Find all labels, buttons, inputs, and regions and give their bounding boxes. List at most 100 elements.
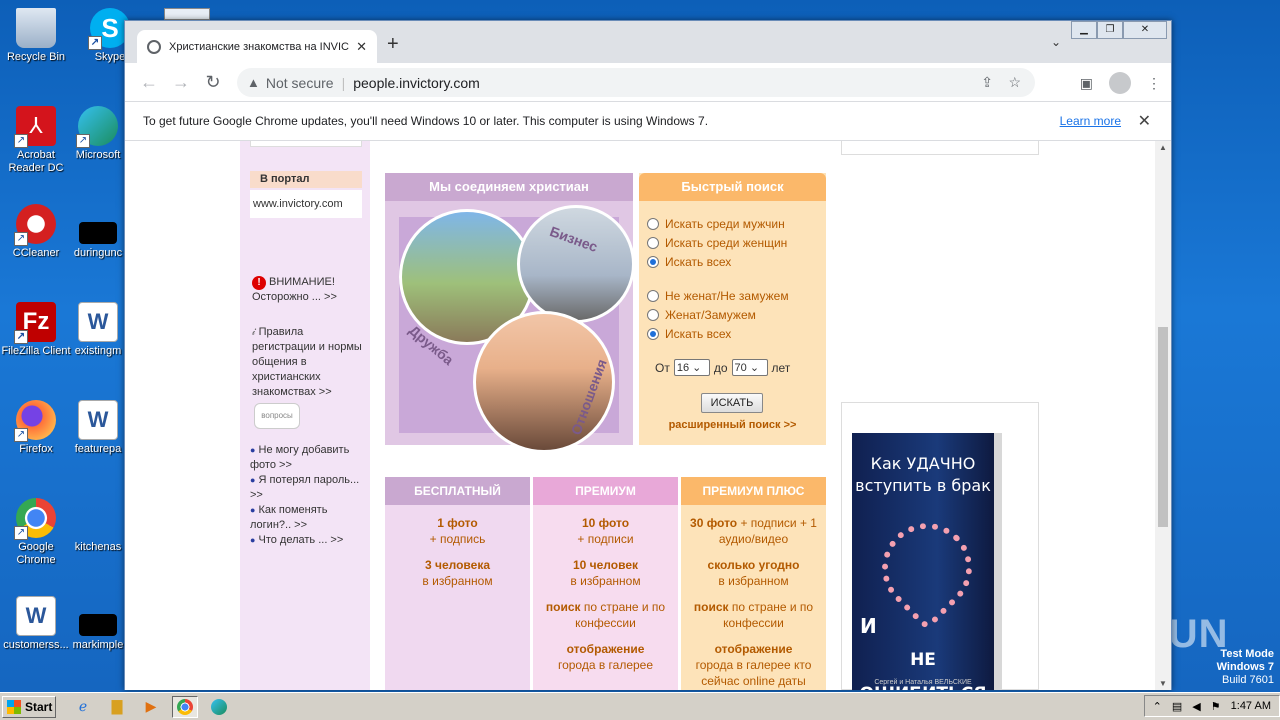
warning-triangle-icon[interactable]: ▲	[247, 75, 260, 90]
radio-button-checked[interactable]	[647, 328, 659, 340]
faq-item[interactable]: ● Как поменять логин?.. >>	[250, 503, 368, 533]
left-sidebar: В портал www.invictory.com ! ВНИМАНИЕ! Ос…	[240, 141, 370, 690]
edge-icon: ↗	[76, 106, 118, 148]
plan-body: 30 фото + подписи + 1 аудио/видео скольк…	[690, 516, 817, 688]
age-from-select[interactable]: 16 ⌄	[673, 359, 710, 376]
faq-item[interactable]: ● Не могу добавить фото >>	[250, 443, 368, 473]
black-file-icon	[79, 222, 117, 244]
toolbar-right: ▣ ⋮	[1080, 72, 1161, 94]
bookmark-star-icon[interactable]: ☆	[1008, 74, 1021, 91]
page-viewport: В портал www.invictory.com ! ВНИМАНИЕ! Ос…	[125, 141, 1157, 690]
chrome-taskbar-icon[interactable]	[172, 695, 198, 718]
learn-more-link[interactable]: Learn more	[1060, 114, 1121, 128]
page-scrollbar[interactable]: ▲ ▼	[1155, 141, 1171, 690]
back-button[interactable]: ←	[133, 72, 165, 93]
business-photo	[517, 205, 635, 323]
start-button[interactable]: Start	[2, 695, 56, 718]
book-title: Как УДАЧНО вступить в брак	[855, 454, 991, 495]
questions-bubble-icon: вопросы	[254, 403, 300, 429]
radio-gender-men[interactable]: Искать среди мужчин	[647, 217, 785, 231]
hero-image: Бизнес Дружба Отношения	[399, 205, 635, 453]
radio-button[interactable]	[647, 218, 659, 230]
age-to-select[interactable]: 70 ⌄	[731, 359, 768, 376]
ie-taskbar-icon[interactable]: ℯ	[70, 696, 96, 718]
plan-header: ПРЕМИУМ	[533, 477, 678, 505]
explorer-taskbar-icon[interactable]: ▇	[104, 696, 130, 718]
not-secure-label[interactable]: Not secure	[266, 75, 334, 91]
warning-block[interactable]: ! ВНИМАНИЕ! Осторожно ... >>	[252, 275, 364, 305]
firefox-icon: ↗	[14, 400, 56, 442]
close-infobar-icon[interactable]: ✕	[1138, 111, 1151, 131]
tab-title: Христианские знакомства на INVIC	[169, 40, 349, 53]
close-tab-icon[interactable]: ✕	[356, 39, 367, 55]
radio-status-all[interactable]: Искать всех	[647, 327, 731, 341]
system-tray: ⌃ ▤ ◀ ⚑ 1:47 AM	[1143, 695, 1280, 717]
menu-kebab-icon[interactable]: ⋮	[1147, 75, 1161, 92]
book-cover: Как УДАЧНО вступить в брак И НЕ ОШИБИТЬС…	[852, 433, 1002, 690]
book-advert[interactable]: Как УДАЧНО вступить в брак И НЕ ОШИБИТЬС…	[841, 402, 1039, 690]
ccleaner-icon: ↗	[14, 204, 56, 246]
close-window-button[interactable]: ✕	[1123, 21, 1167, 39]
book-subtitle: И НЕ ОШИБИТЬСЯ	[860, 614, 987, 690]
plan-free: БЕСПЛАТНЫЙ 1 фото + подпись 3 человека в и…	[385, 477, 530, 690]
profile-avatar-icon[interactable]	[1109, 72, 1131, 94]
address-bar[interactable]: ▲ Not secure | people.invictory.com ⇪ ☆	[237, 68, 1035, 97]
taskbar: Start ℯ ▇ ▶ ⌃ ▤ ◀ ⚑ 1:47 AM	[0, 692, 1280, 720]
url-text[interactable]: people.invictory.com	[353, 75, 480, 91]
tray-expand-icon[interactable]: ⌃	[1153, 700, 1162, 713]
chrome-window: Христианские знакомства на INVIC ✕ + ⌄ ▁…	[124, 20, 1172, 690]
exclamation-icon: !	[252, 276, 266, 290]
share-icon[interactable]: ⇪	[981, 74, 993, 91]
action-center-flag-icon[interactable]: ⚑	[1211, 700, 1221, 713]
faq-item[interactable]: ● Я потерял пароль... >>	[250, 473, 368, 503]
infobar-message: To get future Google Chrome updates, you…	[143, 114, 709, 128]
forward-button[interactable]: →	[165, 72, 197, 93]
edge-taskbar-icon[interactable]	[206, 696, 232, 718]
maximize-button[interactable]: ❐	[1097, 21, 1123, 39]
plan-header: ПРЕМИУМ ПЛЮС	[681, 477, 826, 505]
hero-banner: Мы соединяем христиан Бизнес Дружба Отно…	[385, 173, 635, 453]
portal-link[interactable]: www.invictory.com	[250, 190, 362, 218]
browser-toolbar: ← → ↻ ▲ Not secure | people.invictory.co…	[125, 63, 1171, 101]
media-player-taskbar-icon[interactable]: ▶	[138, 696, 164, 718]
desktop-file-icon-top	[164, 8, 210, 20]
advanced-search-link[interactable]: расширенный поиск >>	[639, 419, 826, 431]
file-icon	[78, 498, 118, 538]
globe-icon	[147, 39, 161, 54]
radio-button[interactable]	[647, 290, 659, 302]
volume-icon[interactable]: ◀	[1192, 700, 1200, 713]
side-panel-icon[interactable]: ▣	[1080, 75, 1093, 92]
recycle-bin-icon	[16, 8, 56, 48]
radio-status-married[interactable]: Женат/Замужем	[647, 308, 756, 322]
hero-title: Мы соединяем христиан	[385, 173, 633, 201]
active-tab[interactable]: Христианские знакомства на INVIC ✕	[137, 30, 377, 63]
minimize-button[interactable]: ▁	[1071, 21, 1097, 39]
radio-button[interactable]	[647, 237, 659, 249]
radio-gender-all[interactable]: Искать всех	[647, 255, 731, 269]
search-button[interactable]: ИСКАТЬ	[701, 393, 763, 413]
radio-gender-women[interactable]: Искать среди женщин	[647, 236, 787, 250]
scroll-up-arrow-icon[interactable]: ▲	[1159, 143, 1167, 152]
faq-list: ● Не могу добавить фото >> ● Я потерял п…	[250, 443, 368, 548]
reload-button[interactable]: ↻	[197, 72, 229, 93]
scroll-down-arrow-icon[interactable]: ▼	[1159, 679, 1167, 688]
quick-search-panel: Быстрый поиск Искать среди мужчин Искать…	[639, 173, 826, 445]
radio-button[interactable]	[647, 309, 659, 321]
network-icon[interactable]: ▤	[1172, 700, 1182, 713]
radio-status-single[interactable]: Не женат/Не замужем	[647, 289, 789, 303]
plan-premium-plus: ПРЕМИУМ ПЛЮС 30 фото + подписи + 1 аудио…	[681, 477, 826, 690]
plan-body: 10 фото + подписи 10 человек в избранном п…	[545, 516, 666, 672]
new-tab-button[interactable]: +	[387, 33, 399, 56]
radio-button-checked[interactable]	[647, 256, 659, 268]
faq-item[interactable]: ● Что делать ... >>	[250, 533, 368, 548]
scrollbar-thumb[interactable]	[1158, 327, 1168, 527]
age-range: От 16 ⌄ до 70 ⌄ лет	[655, 359, 791, 376]
desktop-icon-recycle-bin[interactable]: Recycle Bin	[0, 8, 72, 64]
rules-link[interactable]: 𝒾 Правила регистрации и нормы общения в …	[252, 325, 364, 400]
tab-search-chevron-icon[interactable]: ⌄	[1051, 35, 1061, 49]
plan-header: БЕСПЛАТНЫЙ	[385, 477, 530, 505]
word-doc-icon: W	[16, 596, 56, 636]
word-doc-icon: W	[78, 400, 118, 440]
clock[interactable]: 1:47 AM	[1231, 700, 1271, 712]
plan-premium: ПРЕМИУМ 10 фото + подписи 10 человек в изб…	[533, 477, 678, 690]
